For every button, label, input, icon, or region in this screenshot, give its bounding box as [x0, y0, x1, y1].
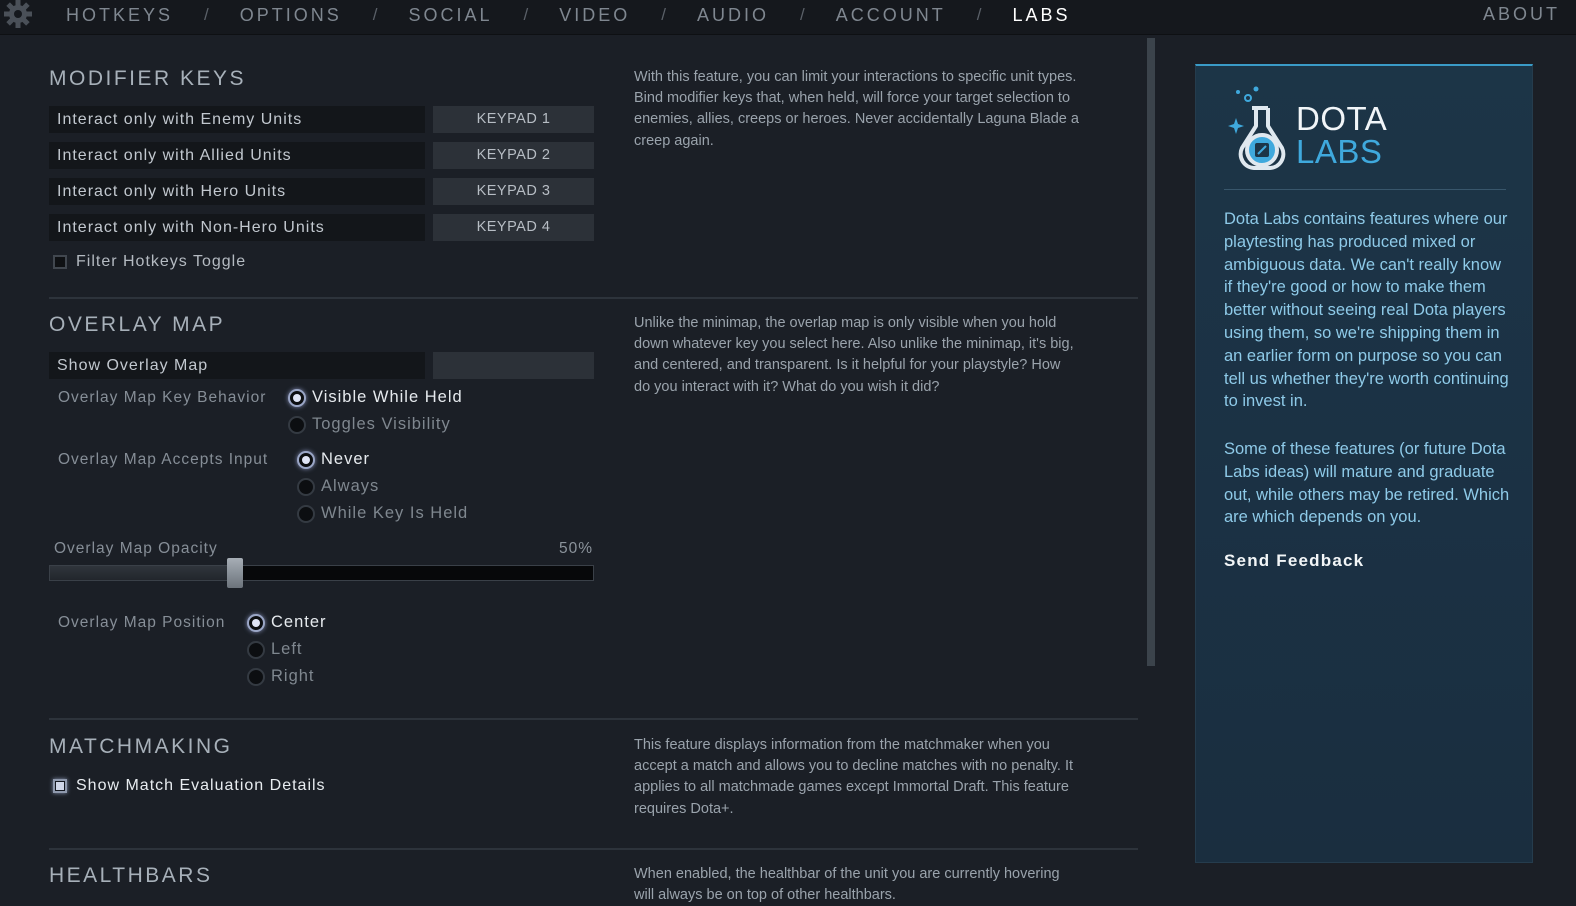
match-evaluation-checkbox[interactable]: [53, 779, 67, 793]
binding-label: Interact only with Enemy Units: [49, 106, 425, 133]
position-label: Overlay Map Position: [58, 614, 226, 631]
opacity-value: 50%: [558, 540, 593, 557]
radio-label: Center: [271, 613, 327, 631]
radio-always[interactable]: Always: [297, 477, 379, 496]
tab-separator: /: [976, 5, 982, 24]
send-feedback-link[interactable]: Send Feedback: [1224, 551, 1364, 571]
radio-left[interactable]: Left: [247, 640, 303, 659]
keybind-button-overlay-map[interactable]: [433, 352, 594, 379]
tab-social[interactable]: SOCIAL: [409, 5, 493, 26]
radio-dot: [288, 388, 306, 407]
key-behavior-label: Overlay Map Key Behavior: [58, 389, 267, 406]
flask-logo-icon: [1228, 86, 1286, 170]
radio-toggles-visibility[interactable]: Toggles Visibility: [288, 415, 451, 434]
binding-label: Interact only with Non-Hero Units: [49, 214, 425, 241]
top-nav-bar: HOTKEYS / OPTIONS / SOCIAL / VIDEO / AUD…: [0, 0, 1576, 35]
section-divider: [49, 297, 1138, 299]
opacity-slider-thumb[interactable]: [227, 558, 243, 588]
tab-video[interactable]: VIDEO: [559, 5, 630, 26]
binding-label: Interact only with Hero Units: [49, 178, 425, 205]
radio-label: Visible While Held: [312, 388, 463, 406]
accepts-input-label: Overlay Map Accepts Input: [58, 451, 269, 468]
radio-dot: [297, 477, 315, 496]
overlay-map-description: Unlike the minimap, the overlap map is o…: [634, 315, 1074, 395]
filter-hotkeys-toggle[interactable]: Filter Hotkeys Toggle: [53, 253, 246, 271]
opacity-label: Overlay Map Opacity: [54, 540, 218, 557]
radio-label: Right: [271, 667, 315, 685]
opacity-slider[interactable]: [49, 558, 594, 588]
radio-dot: [247, 613, 265, 632]
gear-icon[interactable]: [2, 0, 34, 30]
binding-label: Show Overlay Map: [49, 352, 425, 379]
radio-label: Always: [321, 477, 380, 495]
matchmaking-description: This feature displays information from t…: [634, 737, 1074, 817]
match-evaluation-label: Show Match Evaluation Details: [76, 777, 326, 794]
radio-right[interactable]: Right: [247, 667, 315, 686]
radio-label: Never: [321, 450, 371, 468]
radio-while-key-held[interactable]: While Key Is Held: [297, 504, 468, 523]
radio-dot: [247, 640, 265, 659]
radio-dot: [288, 415, 306, 434]
labs-title-labs: LABS: [1296, 133, 1383, 170]
labs-paragraph-1: Dota Labs contains features where our pl…: [1224, 210, 1509, 411]
modifier-keys-description: With this feature, you can limit your in…: [634, 69, 1079, 149]
radio-dot: [297, 504, 315, 523]
radio-label: While Key Is Held: [321, 504, 469, 522]
labs-paragraph-2: Some of these features (or future Dota L…: [1224, 440, 1510, 527]
filter-hotkeys-checkbox[interactable]: [53, 255, 67, 269]
radio-visible-while-held[interactable]: Visible While Held: [288, 388, 463, 407]
keybind-button-non-hero[interactable]: KEYPAD 4: [433, 214, 594, 241]
tab-separator: /: [523, 5, 529, 24]
content-scrollbar[interactable]: [1147, 38, 1155, 666]
radio-center[interactable]: Center: [247, 613, 327, 632]
matchmaking-title: MATCHMAKING: [49, 735, 233, 758]
match-evaluation-toggle[interactable]: Show Match Evaluation Details: [53, 777, 326, 795]
tab-hotkeys[interactable]: HOTKEYS: [66, 5, 173, 26]
keybind-button-hero[interactable]: KEYPAD 3: [433, 178, 594, 205]
healthbars-description: When enabled, the healthbar of the unit …: [634, 866, 1060, 904]
tab-options[interactable]: OPTIONS: [240, 5, 342, 26]
settings-tabs: HOTKEYS / OPTIONS / SOCIAL / VIDEO / AUD…: [66, 0, 1071, 30]
about-link[interactable]: ABOUT: [1483, 0, 1560, 30]
tab-audio[interactable]: AUDIO: [697, 5, 769, 26]
tab-separator: /: [800, 5, 805, 24]
radio-label: Left: [271, 640, 303, 658]
tab-separator: /: [661, 5, 667, 24]
healthbars-title: HEALTHBARS: [49, 864, 213, 887]
radio-dot: [297, 450, 315, 469]
radio-never[interactable]: Never: [297, 450, 370, 469]
section-divider: [49, 718, 1138, 720]
radio-dot: [247, 667, 265, 686]
keybind-button-allied[interactable]: KEYPAD 2: [433, 142, 594, 169]
modifier-keys-title: MODIFIER KEYS: [49, 67, 247, 90]
binding-label: Interact only with Allied Units: [49, 142, 425, 169]
filter-hotkeys-label: Filter Hotkeys Toggle: [76, 253, 247, 270]
tab-separator: /: [372, 5, 378, 24]
tab-separator: /: [204, 5, 209, 24]
overlay-map-title: OVERLAY MAP: [49, 313, 226, 336]
radio-label: Toggles Visibility: [312, 415, 451, 433]
tab-account[interactable]: ACCOUNT: [836, 5, 946, 26]
dota-labs-panel: DOTA LABS Dota Labs contains features wh…: [1195, 64, 1533, 863]
panel-divider: [1224, 189, 1506, 190]
keybind-button-enemy[interactable]: KEYPAD 1: [433, 106, 594, 133]
opacity-slider-fill: [50, 566, 235, 580]
tab-labs[interactable]: LABS: [1013, 5, 1071, 26]
section-divider: [49, 848, 1138, 850]
